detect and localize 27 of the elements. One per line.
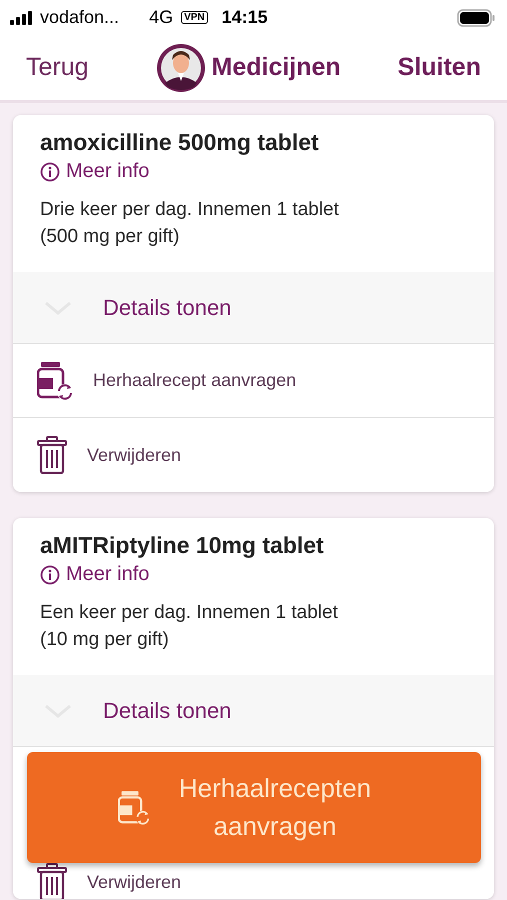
details-toggle[interactable]: Details tonen xyxy=(13,272,494,344)
medicine-jar-refresh-icon xyxy=(37,362,73,400)
back-button[interactable]: Terug xyxy=(26,53,89,82)
dosage-text: Drie keer per dag. Innemen 1 tablet (500 mg per gift) xyxy=(40,198,340,249)
more-info-link[interactable]: Meer info xyxy=(40,160,467,183)
carrier-name: vodafon... xyxy=(40,7,120,28)
medication-name: amoxicilline 500mg tablet xyxy=(40,129,320,156)
signal-icon xyxy=(10,10,32,24)
page-title: Medicijnen xyxy=(212,53,341,82)
delete-button[interactable]: Verwijderen xyxy=(13,418,494,492)
clock-time: 14:15 xyxy=(222,7,268,28)
info-icon xyxy=(40,564,60,585)
more-info-link[interactable]: Meer info xyxy=(40,563,467,586)
medicine-jar-refresh-icon xyxy=(118,790,150,824)
trash-icon xyxy=(37,863,67,900)
battery-icon xyxy=(457,8,495,26)
refill-request-button[interactable]: Herhaalrecept aanvragen xyxy=(13,344,494,418)
medication-name: aMITRiptyline 10mg tablet xyxy=(40,532,325,560)
info-icon xyxy=(40,162,60,182)
delete-button[interactable]: Verwijderen xyxy=(13,865,494,900)
close-button[interactable]: Sluiten xyxy=(398,53,481,82)
dosage-text: Een keer per dag. Innemen 1 tablet (10 mg per gift) xyxy=(40,601,339,652)
vpn-indicator: VPN xyxy=(181,11,208,24)
trash-icon xyxy=(37,436,67,474)
details-toggle[interactable]: Details tonen xyxy=(13,675,494,748)
avatar-icon xyxy=(156,42,206,92)
network-type: 4G xyxy=(149,7,174,28)
